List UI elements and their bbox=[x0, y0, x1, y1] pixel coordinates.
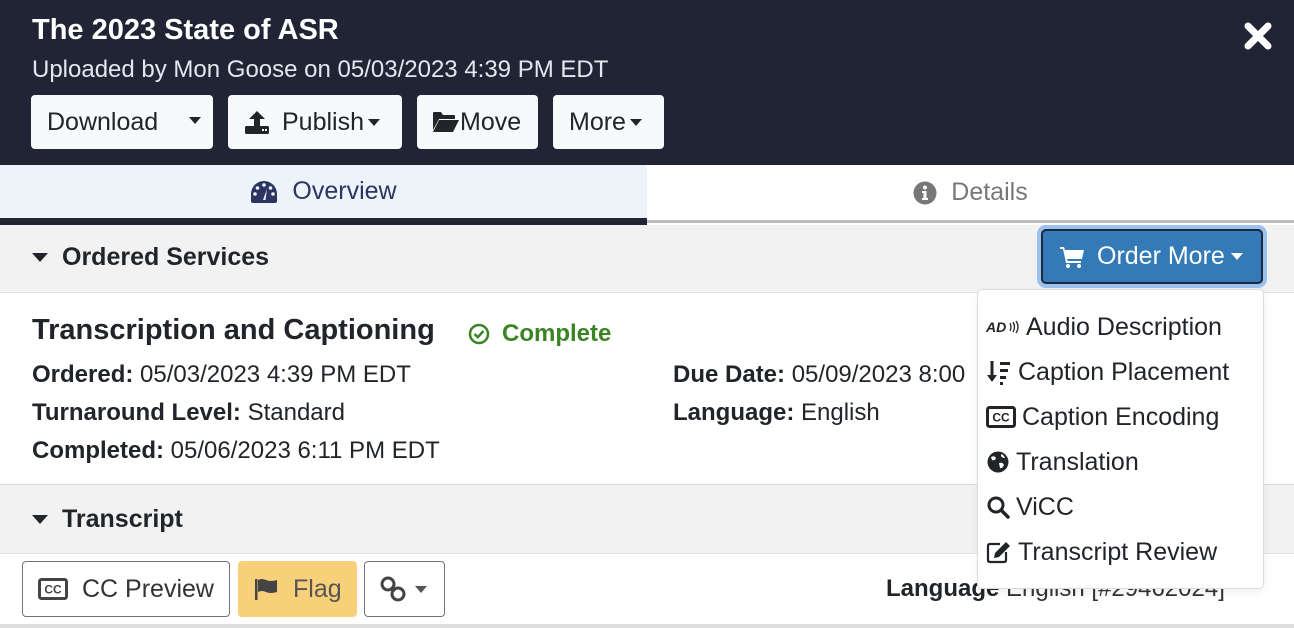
caret-down-icon bbox=[32, 253, 48, 262]
language-value: English bbox=[801, 399, 880, 426]
language-label: Language: bbox=[673, 399, 795, 426]
caret-down-icon bbox=[629, 118, 642, 126]
search-icon bbox=[986, 495, 1010, 519]
service-title: Transcription and Captioning bbox=[32, 314, 435, 346]
menu-item-label: ViCC bbox=[1016, 492, 1074, 521]
tab-overview[interactable]: Overview bbox=[0, 165, 647, 225]
link-dropdown-button[interactable] bbox=[364, 561, 445, 617]
svg-text:CC: CC bbox=[992, 411, 1010, 425]
globe-icon bbox=[986, 450, 1010, 474]
menu-item-caption-placement[interactable]: Caption Placement bbox=[986, 352, 1229, 392]
close-icon bbox=[1244, 22, 1272, 50]
ordered-services-heading: Ordered Services bbox=[62, 243, 270, 271]
audio-description-icon: AD bbox=[986, 319, 1020, 335]
completed-value: 05/06/2023 6:11 PM EDT bbox=[170, 437, 440, 464]
svg-text:CC: CC bbox=[44, 583, 62, 597]
caret-down-icon bbox=[368, 118, 380, 126]
caption-placement-icon bbox=[986, 359, 1012, 385]
menu-item-label: Translation bbox=[1016, 447, 1139, 476]
menu-item-transcript-review[interactable]: Transcript Review bbox=[986, 532, 1217, 572]
flag-button[interactable]: Flag bbox=[238, 561, 357, 617]
tab-details-label: Details bbox=[951, 178, 1028, 206]
order-more-button[interactable]: Order More bbox=[1041, 229, 1263, 284]
due-date-label: Due Date: bbox=[673, 361, 786, 388]
upload-icon bbox=[245, 111, 269, 134]
completed-field: Completed: 05/06/2023 6:11 PM EDT bbox=[32, 437, 440, 465]
status-text: Complete bbox=[502, 320, 612, 347]
shopping-cart-icon bbox=[1060, 246, 1084, 268]
turnaround-field: Turnaround Level: Standard bbox=[32, 399, 345, 427]
publish-label: Publish bbox=[282, 107, 364, 136]
link-icon bbox=[380, 576, 406, 602]
transcript-heading: Transcript bbox=[62, 505, 183, 533]
closed-captioning-icon: CC bbox=[986, 406, 1016, 428]
transcript-toggle[interactable]: Transcript bbox=[32, 505, 183, 534]
turnaround-label: Turnaround Level: bbox=[32, 399, 241, 426]
caret-down-icon bbox=[415, 585, 427, 593]
menu-item-translation[interactable]: Translation bbox=[986, 442, 1139, 482]
order-more-menu: AD Audio Description Caption Placement C… bbox=[977, 289, 1264, 589]
flag-icon bbox=[255, 579, 277, 600]
order-more-label: Order More bbox=[1097, 242, 1225, 270]
file-header: The 2023 State of ASR Uploaded by Mon Go… bbox=[0, 0, 1294, 165]
menu-item-label: Transcript Review bbox=[1018, 537, 1218, 566]
download-label: Download bbox=[47, 107, 159, 136]
due-date-field: Due Date: 05/09/2023 8:00 bbox=[673, 361, 978, 389]
close-button[interactable] bbox=[1240, 18, 1276, 54]
cc-preview-label: CC Preview bbox=[82, 574, 214, 603]
menu-item-caption-encoding[interactable]: CC Caption Encoding bbox=[986, 397, 1219, 437]
svg-text:AD: AD bbox=[986, 319, 1006, 335]
ordered-services-toggle[interactable]: Ordered Services bbox=[32, 243, 269, 272]
caret-down-icon bbox=[189, 117, 201, 124]
menu-item-vicc[interactable]: ViCC bbox=[986, 487, 1074, 527]
menu-item-label: Audio Description bbox=[1026, 312, 1222, 341]
check-circle-icon bbox=[468, 323, 490, 345]
ordered-label: Ordered: bbox=[32, 361, 134, 388]
status-badge: Complete bbox=[468, 320, 611, 348]
upload-info: Uploaded by Mon Goose on 05/03/2023 4:39… bbox=[32, 56, 609, 83]
more-button[interactable]: More bbox=[553, 95, 664, 149]
completed-label: Completed: bbox=[32, 437, 164, 464]
edit-icon bbox=[986, 540, 1012, 564]
ordered-value: 05/03/2023 4:39 PM EDT bbox=[140, 361, 411, 388]
cc-preview-button[interactable]: CC CC Preview bbox=[22, 561, 230, 617]
info-icon bbox=[913, 181, 937, 205]
download-button[interactable]: Download bbox=[31, 95, 213, 149]
language-field: Language: English bbox=[673, 399, 880, 427]
tab-details[interactable]: Details bbox=[647, 165, 1294, 223]
menu-item-audio-description[interactable]: AD Audio Description bbox=[986, 307, 1222, 347]
tab-overview-label: Overview bbox=[292, 177, 397, 205]
file-title: The 2023 State of ASR bbox=[32, 14, 339, 46]
due-date-value: 05/09/2023 8:00 bbox=[791, 361, 966, 388]
move-button[interactable]: Move bbox=[417, 95, 538, 149]
more-label: More bbox=[569, 107, 626, 136]
dashboard-icon bbox=[250, 180, 278, 204]
flag-label: Flag bbox=[293, 574, 342, 603]
ordered-field: Ordered: 05/03/2023 4:39 PM EDT bbox=[32, 361, 411, 389]
move-label: Move bbox=[460, 107, 522, 136]
folder-open-icon bbox=[433, 112, 459, 132]
divider bbox=[0, 624, 1294, 628]
turnaround-value: Standard bbox=[247, 399, 345, 426]
caret-down-icon bbox=[32, 515, 48, 524]
caret-down-icon bbox=[1230, 253, 1243, 260]
menu-item-label: Caption Placement bbox=[1018, 357, 1230, 386]
closed-captioning-icon: CC bbox=[38, 578, 68, 600]
publish-button[interactable]: Publish bbox=[228, 95, 402, 149]
menu-item-label: Caption Encoding bbox=[1022, 402, 1220, 431]
